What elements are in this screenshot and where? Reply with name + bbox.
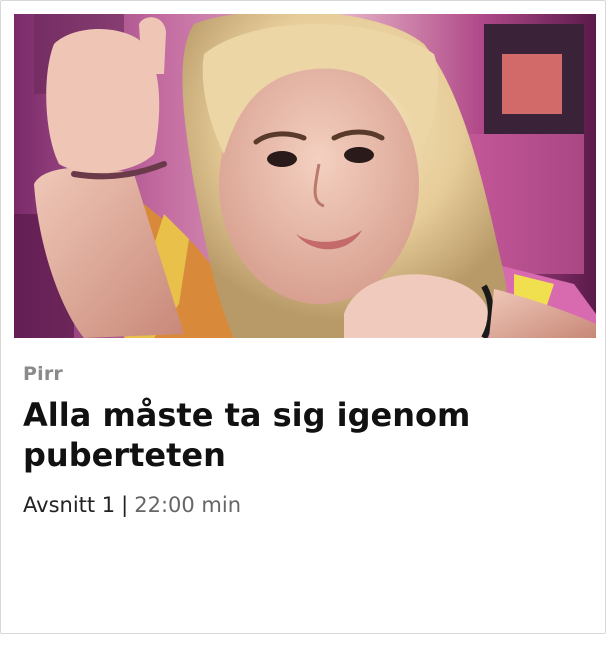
- series-name[interactable]: Pirr: [23, 363, 63, 385]
- meta-separator: |: [121, 493, 129, 517]
- episode-meta: Avsnitt 1 | 22:00 min: [23, 493, 241, 517]
- episode-number: Avsnitt 1: [23, 493, 116, 517]
- thumbnail-image: [14, 14, 596, 338]
- episode-thumbnail[interactable]: [14, 14, 596, 338]
- episode-card[interactable]: Pirr Alla måste ta sig igenom puberteten…: [0, 0, 606, 634]
- episode-duration: 22:00 min: [134, 493, 242, 517]
- episode-title[interactable]: Alla måste ta sig igenom puberteten: [23, 395, 563, 475]
